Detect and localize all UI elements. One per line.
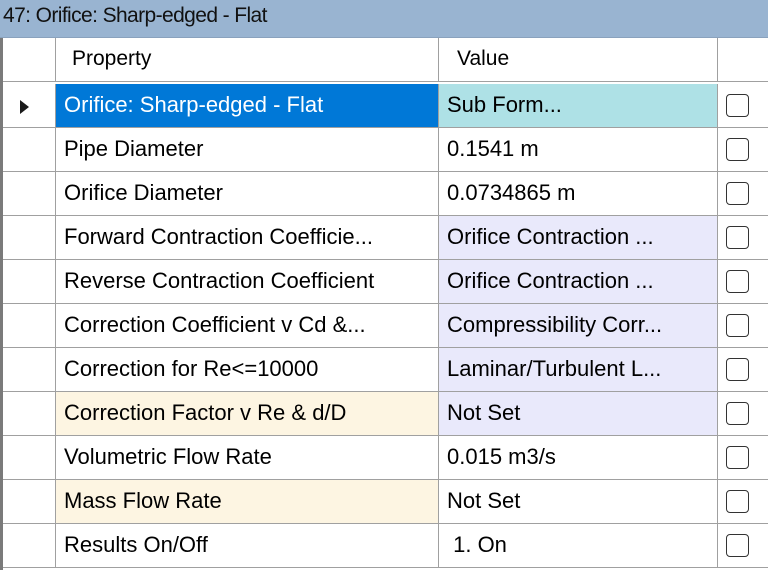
value-cell[interactable]: Not Set <box>439 392 718 435</box>
value-cell[interactable]: Not Set <box>439 480 718 523</box>
current-row-arrow-icon <box>20 100 29 114</box>
value-cell[interactable]: 0.0734865 m <box>439 172 718 215</box>
row-checkbox[interactable] <box>726 446 749 469</box>
row-checkbox[interactable] <box>726 182 749 205</box>
row-header[interactable] <box>3 480 56 523</box>
row-checkbox[interactable] <box>726 138 749 161</box>
table-row[interactable]: Mass Flow Rate Not Set <box>3 480 768 524</box>
property-grid: Property Value Orifice: Sharp-edged - Fl… <box>0 38 768 570</box>
table-row[interactable]: Orifice Diameter 0.0734865 m <box>3 172 768 216</box>
property-cell[interactable]: Orifice: Sharp-edged - Flat <box>56 84 439 127</box>
property-cell[interactable]: Forward Contraction Coefficie... <box>56 216 439 259</box>
row-checkbox[interactable] <box>726 314 749 337</box>
check-cell[interactable] <box>718 260 768 303</box>
table-row[interactable]: Orifice: Sharp-edged - Flat Sub Form... <box>3 84 768 128</box>
row-header[interactable] <box>3 216 56 259</box>
row-checkbox[interactable] <box>726 534 749 557</box>
property-cell[interactable]: Correction Factor v Re & d/D <box>56 392 439 435</box>
table-row[interactable]: Correction for Re<=10000 Laminar/Turbule… <box>3 348 768 392</box>
row-header[interactable] <box>3 348 56 391</box>
table-row[interactable]: Pipe Diameter 0.1541 m <box>3 128 768 172</box>
table-row[interactable]: Volumetric Flow Rate 0.015 m3/s <box>3 436 768 480</box>
property-cell[interactable]: Correction Coefficient v Cd &... <box>56 304 439 347</box>
check-cell[interactable] <box>718 172 768 215</box>
row-checkbox[interactable] <box>726 94 749 117</box>
row-header[interactable] <box>3 524 56 567</box>
check-cell[interactable] <box>718 392 768 435</box>
property-cell[interactable]: Pipe Diameter <box>56 128 439 171</box>
value-cell[interactable]: Laminar/Turbulent L... <box>439 348 718 391</box>
value-cell[interactable]: Sub Form... <box>439 84 718 127</box>
column-header-value[interactable]: Value <box>439 38 718 81</box>
row-header[interactable] <box>3 304 56 347</box>
value-cell[interactable]: 0.1541 m <box>439 128 718 171</box>
column-header-check[interactable] <box>718 38 768 81</box>
check-cell[interactable] <box>718 480 768 523</box>
table-row[interactable]: Forward Contraction Coefficie... Orifice… <box>3 216 768 260</box>
row-header[interactable] <box>3 392 56 435</box>
row-header[interactable] <box>3 128 56 171</box>
value-cell[interactable]: Orifice Contraction ... <box>439 216 718 259</box>
table-row[interactable]: Reverse Contraction Coefficient Orifice … <box>3 260 768 304</box>
table-row[interactable]: Correction Factor v Re & d/D Not Set <box>3 392 768 436</box>
check-cell[interactable] <box>718 216 768 259</box>
check-cell[interactable] <box>718 436 768 479</box>
row-header[interactable] <box>3 436 56 479</box>
row-checkbox[interactable] <box>726 402 749 425</box>
value-cell[interactable]: Orifice Contraction ... <box>439 260 718 303</box>
property-cell[interactable]: Mass Flow Rate <box>56 480 439 523</box>
property-cell[interactable]: Correction for Re<=10000 <box>56 348 439 391</box>
table-row[interactable]: Results On/Off 1. On <box>3 524 768 568</box>
grid-header-row: Property Value <box>3 38 768 82</box>
row-header[interactable] <box>3 84 56 127</box>
column-header-property[interactable]: Property <box>56 38 439 81</box>
table-row[interactable]: Correction Coefficient v Cd &... Compres… <box>3 304 768 348</box>
property-cell[interactable]: Orifice Diameter <box>56 172 439 215</box>
check-cell[interactable] <box>718 348 768 391</box>
row-checkbox[interactable] <box>726 490 749 513</box>
row-header-corner <box>3 38 56 81</box>
property-cell[interactable]: Volumetric Flow Rate <box>56 436 439 479</box>
check-cell[interactable] <box>718 304 768 347</box>
check-cell[interactable] <box>718 84 768 127</box>
check-cell[interactable] <box>718 524 768 567</box>
window-title: 47: Orifice: Sharp-edged - Flat <box>3 4 267 27</box>
row-checkbox[interactable] <box>726 358 749 381</box>
value-cell[interactable]: Compressibility Corr... <box>439 304 718 347</box>
value-cell[interactable]: 1. On <box>439 524 718 567</box>
property-cell[interactable]: Reverse Contraction Coefficient <box>56 260 439 303</box>
window-title-bar: 47: Orifice: Sharp-edged - Flat <box>0 0 768 38</box>
row-checkbox[interactable] <box>726 226 749 249</box>
row-header[interactable] <box>3 172 56 215</box>
check-cell[interactable] <box>718 128 768 171</box>
row-header[interactable] <box>3 260 56 303</box>
property-cell[interactable]: Results On/Off <box>56 524 439 567</box>
value-cell[interactable]: 0.015 m3/s <box>439 436 718 479</box>
row-checkbox[interactable] <box>726 270 749 293</box>
